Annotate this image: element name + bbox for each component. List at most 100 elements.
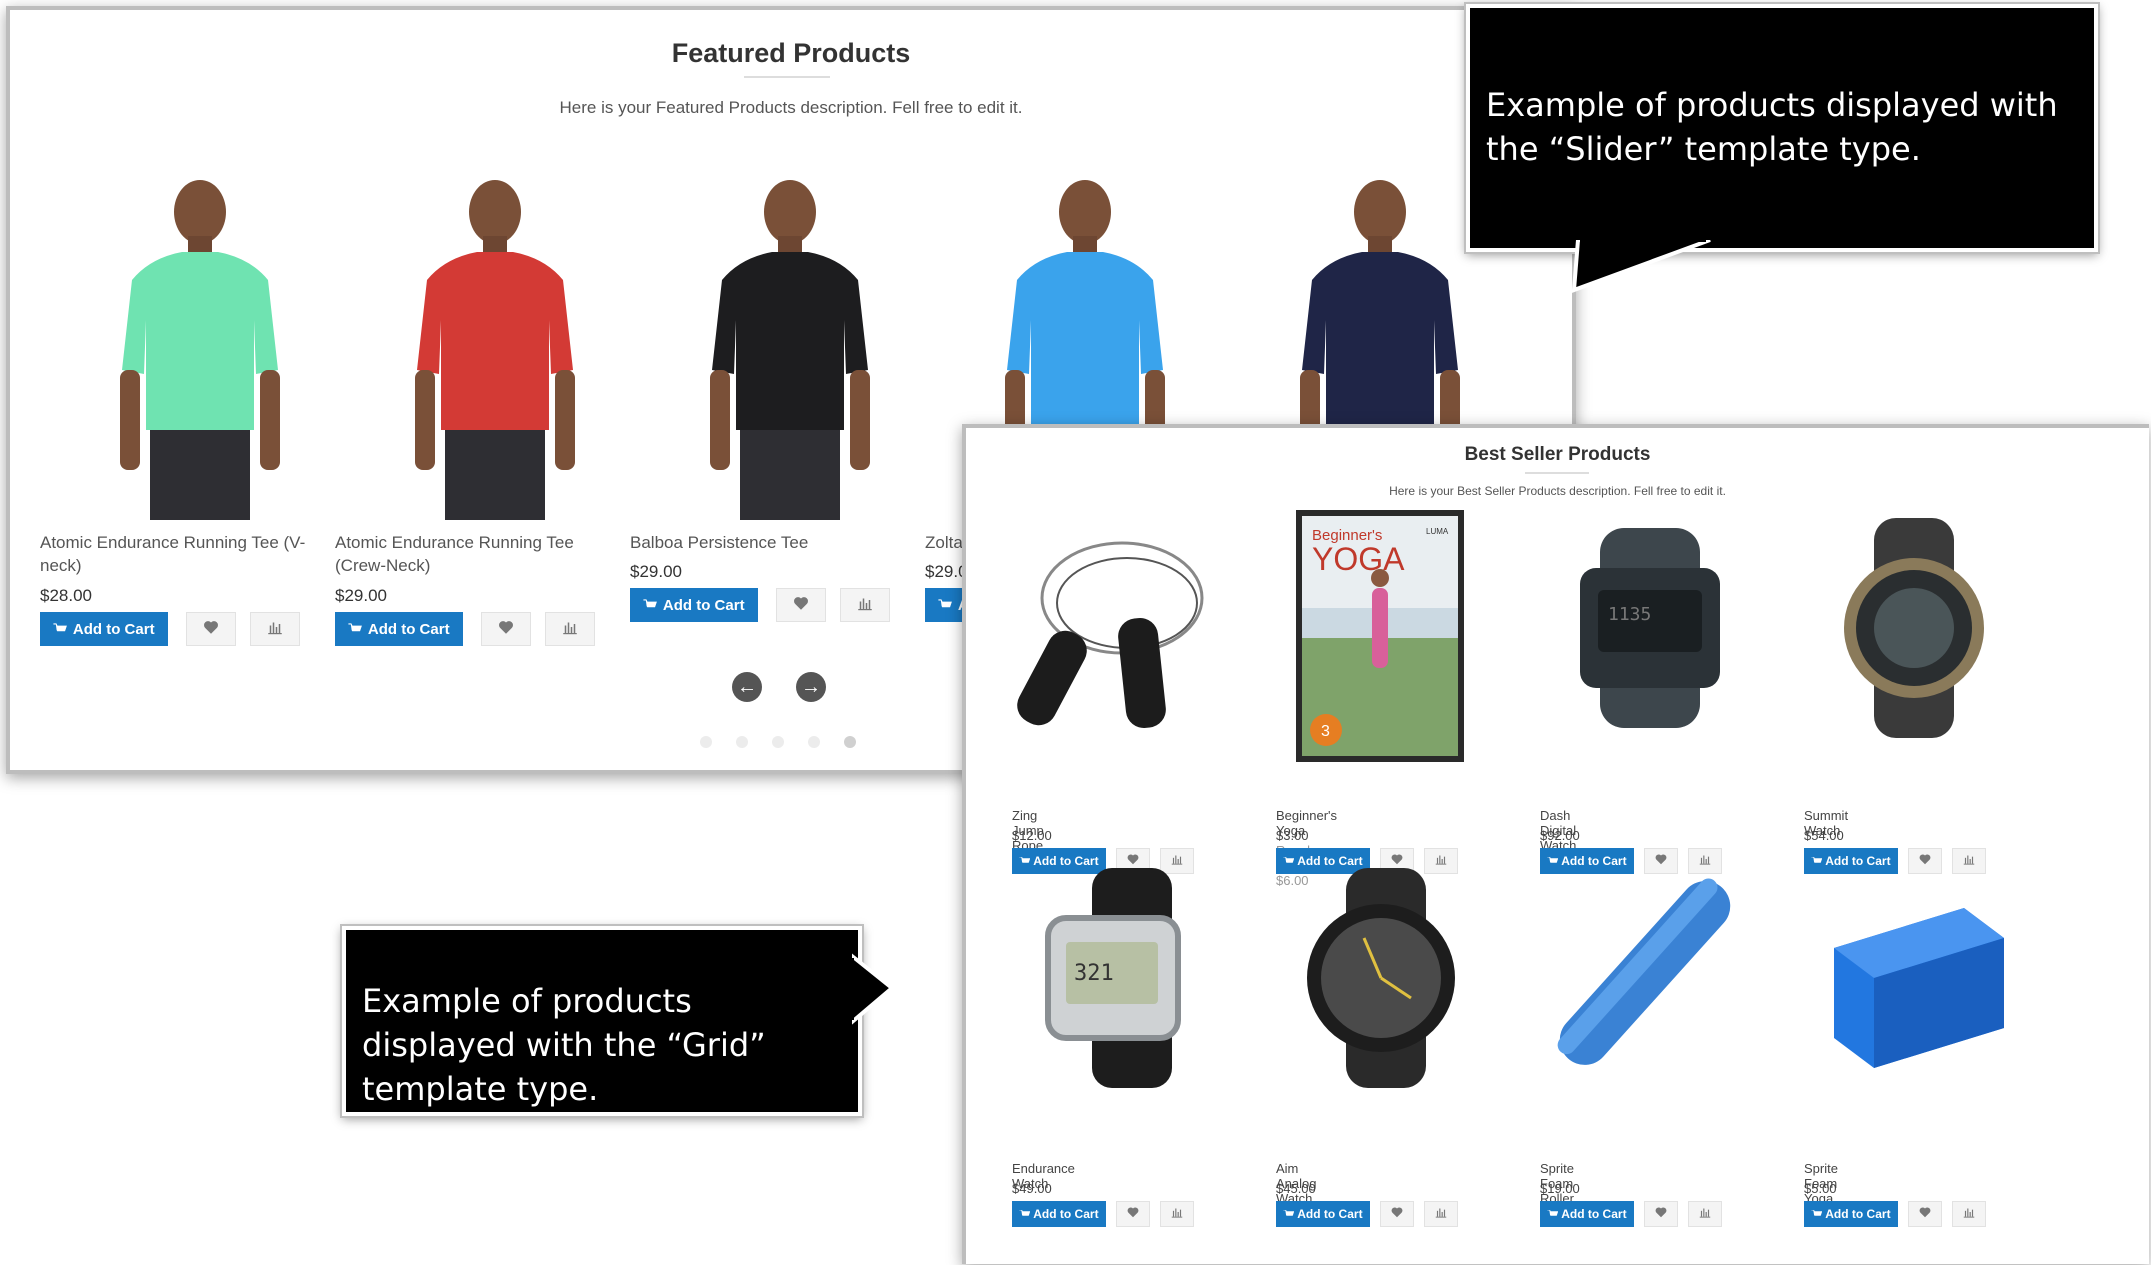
- wishlist-button[interactable]: [186, 612, 236, 646]
- product-image[interactable]: [385, 160, 605, 525]
- product-price: $92.00: [1540, 828, 1580, 843]
- bestseller-title: Best Seller Products: [1464, 444, 1651, 465]
- svg-text:321: 321: [1074, 961, 1114, 986]
- cart-icon: [348, 623, 362, 632]
- product-image[interactable]: 321: [1012, 858, 1212, 1103]
- add-to-cart-label: Add to Cart: [1561, 1207, 1627, 1221]
- add-to-cart-button[interactable]: Add to Cart: [1012, 1201, 1106, 1227]
- product-price: $45.00: [1276, 1181, 1316, 1196]
- product-price: $54.00: [1804, 828, 1844, 843]
- bar-chart-icon: [561, 618, 579, 641]
- cart-icon: [1283, 1209, 1295, 1216]
- heart-icon: [202, 618, 220, 641]
- cart-icon: [643, 599, 657, 608]
- product-image[interactable]: Beginner's YOGA LUMA 3: [1276, 508, 1476, 773]
- add-to-cart-label: Add to Cart: [1825, 1207, 1891, 1221]
- product-image[interactable]: [1804, 508, 2004, 753]
- price-value: $12.00: [1012, 828, 1052, 843]
- slider-prev-button[interactable]: ←: [732, 672, 762, 702]
- price-value: $49.00: [1012, 1181, 1052, 1196]
- wishlist-button[interactable]: [1644, 1201, 1678, 1227]
- product-image[interactable]: [1276, 858, 1476, 1103]
- cart-icon: [53, 623, 67, 632]
- product-image[interactable]: 1135: [1540, 508, 1740, 753]
- heart-icon: [792, 594, 810, 617]
- add-to-cart-button[interactable]: Add to Cart: [40, 612, 168, 646]
- product-image[interactable]: [90, 160, 310, 525]
- svg-text:LUMA: LUMA: [1426, 527, 1449, 536]
- slider-dot[interactable]: [700, 736, 712, 748]
- slider-next-button[interactable]: →: [796, 672, 826, 702]
- grid-callout-text: Example of products displayed with the “…: [362, 982, 766, 1108]
- wishlist-button[interactable]: [1380, 1201, 1414, 1227]
- product-image[interactable]: [680, 160, 900, 525]
- bestseller-description: Here is your Best Seller Products descri…: [1389, 484, 1726, 498]
- compare-button[interactable]: [1688, 1201, 1722, 1227]
- heart-icon: [1654, 1205, 1668, 1224]
- add-to-cart-button[interactable]: Add to Cart: [630, 588, 758, 622]
- compare-button[interactable]: [1952, 1201, 1986, 1227]
- grid-callout: Example of products displayed with the “…: [340, 924, 864, 1118]
- add-to-cart-label: Add to Cart: [367, 620, 450, 638]
- wishlist-button[interactable]: [481, 612, 531, 646]
- slider-dot[interactable]: [772, 736, 784, 748]
- bar-chart-icon: [1698, 1205, 1712, 1224]
- product-price: $19.00: [1540, 1181, 1580, 1196]
- add-to-cart-button[interactable]: Add to Cart: [335, 612, 463, 646]
- product-price: $49.00: [1012, 1181, 1052, 1196]
- compare-button[interactable]: [250, 612, 300, 646]
- add-to-cart-button[interactable]: Add to Cart: [1804, 1201, 1898, 1227]
- featured-title-underline: [744, 76, 830, 78]
- product-name[interactable]: Atomic Endurance Running Tee (Crew-Neck): [335, 532, 620, 578]
- price-value: $45.00: [1276, 1181, 1316, 1196]
- slider-dot-active[interactable]: [844, 736, 856, 748]
- arrow-left-icon: ←: [737, 675, 757, 698]
- arrow-right-icon: →: [801, 675, 821, 698]
- price-value: $5.00: [1804, 1181, 1837, 1196]
- slider-callout-tail: [1571, 240, 1711, 293]
- svg-text:3: 3: [1321, 723, 1330, 740]
- slider-callout: Example of products displayed with the “…: [1464, 2, 2100, 254]
- price-value: $19.00: [1540, 1181, 1580, 1196]
- featured-description: Here is your Featured Products descripti…: [559, 98, 1023, 117]
- cart-icon: [1019, 1209, 1031, 1216]
- bar-chart-icon: [1170, 1205, 1184, 1224]
- product-image[interactable]: [1012, 508, 1212, 753]
- slider-callout-text: Example of products displayed with the “…: [1486, 86, 2058, 168]
- compare-button[interactable]: [1160, 1201, 1194, 1227]
- wishlist-button[interactable]: [776, 588, 826, 622]
- heart-icon: [1126, 1205, 1140, 1224]
- product-name[interactable]: Atomic Endurance Running Tee (V-neck): [40, 532, 325, 578]
- product-image[interactable]: [1804, 858, 2024, 1103]
- bar-chart-icon: [856, 594, 874, 617]
- bar-chart-icon: [1962, 1205, 1976, 1224]
- product-name[interactable]: Balboa Persistence Tee: [630, 532, 915, 555]
- heart-icon: [497, 618, 515, 641]
- compare-button[interactable]: [545, 612, 595, 646]
- svg-text:1135: 1135: [1608, 604, 1651, 625]
- add-to-cart-label: Add to Cart: [1033, 1207, 1099, 1221]
- wishlist-button[interactable]: [1908, 1201, 1942, 1227]
- cart-icon: [1547, 1209, 1559, 1216]
- slider-dot[interactable]: [736, 736, 748, 748]
- product-price: $28.00: [40, 586, 92, 605]
- grid-callout-tail: [852, 953, 896, 1025]
- slider-dot[interactable]: [808, 736, 820, 748]
- heart-icon: [1390, 1205, 1404, 1224]
- add-to-cart-button[interactable]: Add to Cart: [1276, 1201, 1370, 1227]
- compare-button[interactable]: [840, 588, 890, 622]
- add-to-cart-label: Add to Cart: [1297, 1207, 1363, 1221]
- bar-chart-icon: [266, 618, 284, 641]
- product-image[interactable]: [1540, 858, 1740, 1103]
- compare-button[interactable]: [1424, 1201, 1458, 1227]
- wishlist-button[interactable]: [1116, 1201, 1150, 1227]
- cart-icon: [1811, 1209, 1823, 1216]
- price-value: $92.00: [1540, 828, 1580, 843]
- bestseller-title-underline: [1525, 472, 1589, 474]
- add-to-cart-label: Add to Cart: [662, 596, 745, 614]
- bar-chart-icon: [1434, 1205, 1448, 1224]
- product-price: $12.00: [1012, 828, 1052, 843]
- heart-icon: [1918, 1205, 1932, 1224]
- svg-text:YOGA: YOGA: [1312, 541, 1405, 577]
- add-to-cart-button[interactable]: Add to Cart: [1540, 1201, 1634, 1227]
